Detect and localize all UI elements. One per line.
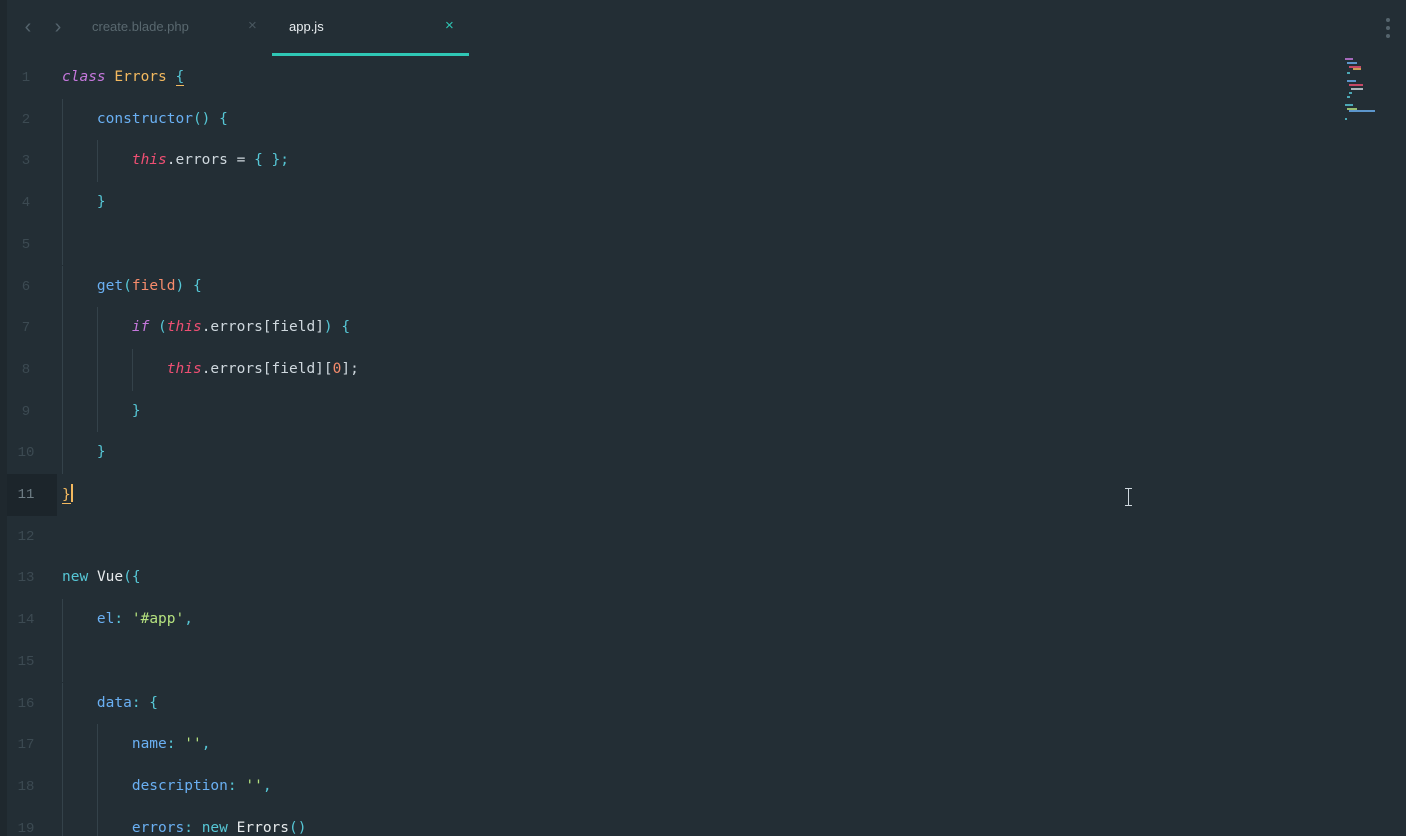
- tab-label: create.blade.php: [92, 19, 189, 34]
- editor-window: ‹ › create.blade.php × app.js × 1 class …: [0, 0, 1406, 836]
- code-line: 12: [7, 516, 1337, 558]
- line-number: 16: [17, 695, 35, 712]
- code-text: el: '#app',: [96, 611, 193, 628]
- code-line: 15: [7, 640, 1337, 683]
- tab-app-js[interactable]: app.js ×: [272, 0, 469, 56]
- code-line: 5: [7, 223, 1337, 266]
- code-text: name: '',: [131, 736, 211, 753]
- code-text: get(field) {: [96, 277, 202, 294]
- code-text: }: [62, 484, 73, 506]
- code-line-current: 11 }: [7, 474, 1337, 516]
- line-number: 10: [17, 445, 35, 462]
- gutter: 19: [7, 808, 57, 836]
- code-line: 18 description: '',: [7, 765, 1337, 808]
- gutter: 13: [7, 557, 57, 599]
- indent-guide: [62, 640, 63, 683]
- gutter: 14: [7, 599, 57, 641]
- line-number: 4: [21, 195, 31, 212]
- gutter: 11: [7, 474, 57, 516]
- gutter: 17: [7, 724, 57, 766]
- code-line: 6 get(field) {: [7, 265, 1337, 308]
- code-line: 1 class Errors {: [7, 57, 1337, 99]
- text-cursor: [70, 484, 73, 502]
- gutter: 3: [7, 140, 57, 182]
- code-line: 2 constructor() {: [7, 98, 1337, 141]
- indent-guide: [62, 223, 63, 266]
- code-line: 17 name: '',: [7, 724, 1337, 766]
- tab-create-blade-php[interactable]: create.blade.php ×: [82, 0, 270, 56]
- back-arrow-icon[interactable]: ‹: [19, 17, 37, 37]
- code-line: 13 new Vue({: [7, 557, 1337, 599]
- line-number: 14: [17, 612, 35, 629]
- gutter: 6: [7, 266, 57, 308]
- line-number: 6: [21, 278, 31, 295]
- gutter: 4: [7, 182, 57, 224]
- code-text: this.errors[field][0];: [166, 360, 359, 377]
- line-number: 9: [21, 403, 31, 420]
- code-line: 16 data: {: [7, 682, 1337, 725]
- code-text: description: '',: [131, 777, 272, 794]
- code-line: 3 this.errors = { };: [7, 140, 1337, 183]
- gutter: 7: [7, 307, 57, 349]
- code-text: errors: new Errors(): [131, 819, 307, 836]
- line-number: 1: [21, 70, 31, 86]
- code-text: this.errors = { };: [131, 152, 289, 169]
- code-line: 4 }: [7, 182, 1337, 224]
- code-text: }: [96, 194, 106, 211]
- forward-arrow-icon[interactable]: ›: [49, 17, 67, 37]
- gutter: 18: [7, 766, 57, 808]
- code-line: 8 this.errors[field][0];: [7, 348, 1337, 391]
- code-text: constructor() {: [96, 110, 228, 127]
- close-icon[interactable]: ×: [445, 17, 454, 35]
- code-line: 9 }: [7, 390, 1337, 433]
- code-text: if (this.errors[field]) {: [131, 319, 351, 336]
- line-number: 8: [21, 361, 31, 378]
- gutter: 12: [7, 516, 57, 558]
- gutter: 5: [7, 224, 57, 266]
- code-text: class Errors {: [62, 69, 185, 86]
- line-number: 7: [21, 320, 31, 337]
- line-number: 17: [17, 737, 35, 754]
- gutter: 15: [7, 641, 57, 683]
- gutter: 1: [7, 57, 57, 99]
- line-number: 15: [17, 653, 35, 670]
- line-number: 18: [17, 778, 35, 795]
- close-icon[interactable]: ×: [248, 17, 257, 35]
- code-line: 10 }: [7, 432, 1337, 474]
- tab-bar: ‹ › create.blade.php × app.js ×: [0, 0, 1406, 56]
- line-number: 3: [21, 153, 31, 170]
- minimap[interactable]: [1343, 56, 1383, 126]
- ibeam-cursor-icon: [1124, 487, 1133, 507]
- code-line: 14 el: '#app',: [7, 599, 1337, 641]
- gutter: 10: [7, 432, 57, 474]
- code-line: 19 errors: new Errors(): [7, 807, 1337, 836]
- active-tab-indicator: [272, 53, 469, 56]
- tab-label: app.js: [289, 19, 324, 34]
- line-number: 12: [17, 528, 35, 545]
- line-number: 2: [21, 111, 31, 128]
- line-number: 13: [17, 570, 35, 587]
- code-editor[interactable]: 1 class Errors { 2 constructor() { 3 thi…: [0, 57, 1406, 836]
- code-line: 7 if (this.errors[field]) {: [7, 307, 1337, 349]
- gutter: 8: [7, 349, 57, 391]
- gutter: 16: [7, 683, 57, 725]
- code-text: data: {: [96, 694, 159, 711]
- more-options-icon[interactable]: [1384, 17, 1392, 39]
- line-number: 5: [21, 236, 31, 253]
- code-text: }: [131, 402, 141, 419]
- gutter: 2: [7, 99, 57, 141]
- code-text: }: [96, 444, 106, 461]
- line-number: 19: [17, 820, 35, 836]
- line-number: 11: [17, 487, 35, 503]
- code-text: new Vue({: [62, 569, 141, 586]
- gutter: 9: [7, 391, 57, 433]
